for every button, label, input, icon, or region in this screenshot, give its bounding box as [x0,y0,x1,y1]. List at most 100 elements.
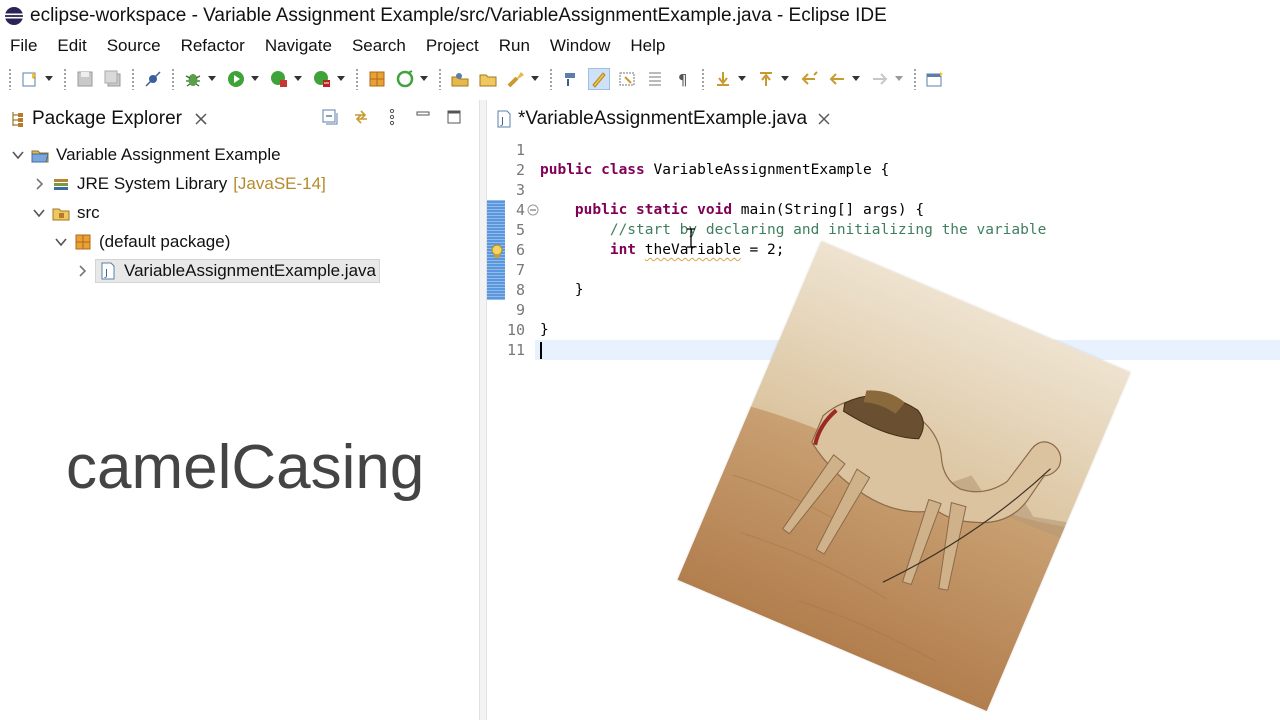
toolbar-grip [701,68,705,90]
run-button[interactable] [225,68,247,90]
external-tools-button[interactable] [311,68,333,90]
collapse-all-button[interactable] [319,106,341,128]
menu-edit[interactable]: Edit [57,36,86,56]
debug-dropdown[interactable] [207,68,217,90]
open-perspective-button[interactable] [924,68,946,90]
search-dropdown[interactable] [530,68,540,90]
java-file-icon: J [497,110,511,128]
open-type-button[interactable] [449,68,471,90]
forward-button[interactable] [869,68,891,90]
view-title: Package Explorer [32,108,182,129]
tree-item-default-package[interactable]: (default package) [0,227,479,256]
back-button[interactable] [826,68,848,90]
editor-tab[interactable]: J *VariableAssignmentExample.java [487,100,831,138]
menu-refactor[interactable]: Refactor [181,36,245,56]
new-button[interactable] [19,68,41,90]
library-icon [52,175,70,193]
line-number-ruler: 1 2 3 4 5 6 7 8 9 10 11 [487,140,525,360]
toggle-word-wrap-button[interactable] [644,68,666,90]
chevron-down-icon [781,76,789,81]
java-file-icon: J [99,262,117,280]
tree-item-label: JRE System Library [77,173,228,193]
toggle-mark-occurrences-button[interactable] [588,68,610,90]
ibeam-cursor-icon [687,228,695,248]
show-whitespace-button[interactable]: ¶ [672,68,694,90]
toolbar-grip [913,68,917,90]
chevron-right-icon[interactable] [32,177,46,191]
menu-source[interactable]: Source [107,36,161,56]
tree-item-label: VariableAssignmentExample.java [124,260,376,280]
chevron-down-icon[interactable] [32,206,46,220]
tree-item-java-file[interactable]: J VariableAssignmentExample.java [0,256,479,285]
menu-help[interactable]: Help [630,36,665,56]
line-number: 7 [515,261,525,279]
sash[interactable] [479,100,487,720]
link-with-editor-button[interactable] [350,106,372,128]
toggle-block-selection-button[interactable] [616,68,638,90]
toggle-breadcrumb-button[interactable] [560,68,582,90]
menu-project[interactable]: Project [426,36,479,56]
maximize-button[interactable] [443,106,465,128]
last-edit-location-button[interactable] [798,68,820,90]
close-icon[interactable] [194,112,208,126]
search-button[interactable] [505,68,527,90]
text-caret [540,341,542,359]
menu-window[interactable]: Window [550,36,610,56]
chevron-down-icon [251,76,259,81]
project-tree: Variable Assignment Example JRE System L… [0,140,479,285]
line-number: 4 [515,201,525,219]
tree-item-label: (default package) [99,231,231,251]
menu-bar: File Edit Source Refactor Navigate Searc… [0,32,1280,60]
chevron-down-icon[interactable] [54,235,68,249]
new-class-dropdown[interactable] [419,68,429,90]
fold-collapse-icon[interactable] [527,204,539,216]
run-dropdown[interactable] [250,68,260,90]
chevron-down-icon [45,76,53,81]
next-annotation-dropdown[interactable] [737,68,747,90]
next-annotation-button[interactable] [712,68,734,90]
coverage-button[interactable] [268,68,290,90]
tree-item-src[interactable]: src [0,198,479,227]
package-explorer-tab[interactable]: Package Explorer [0,100,218,138]
new-java-class-button[interactable] [394,68,416,90]
title-bar: eclipse-workspace - Variable Assignment … [0,0,1280,32]
menu-search[interactable]: Search [352,36,406,56]
save-icon [77,71,93,87]
save-all-button[interactable] [102,68,124,90]
menu-file[interactable]: File [10,36,37,56]
previous-annotation-button[interactable] [755,68,777,90]
forward-dropdown[interactable] [894,68,904,90]
eclipse-icon [5,7,23,25]
debug-button[interactable] [182,68,204,90]
minimize-button[interactable] [412,106,434,128]
menu-run[interactable]: Run [499,36,530,56]
external-tools-dropdown[interactable] [336,68,346,90]
close-icon[interactable] [817,112,831,126]
skip-breakpoints-button[interactable] [142,68,164,90]
back-dropdown[interactable] [851,68,861,90]
new-java-package-button[interactable] [366,68,388,90]
new-dropdown[interactable] [44,68,54,90]
open-folder-button[interactable] [477,68,499,90]
coverage-dropdown[interactable] [293,68,303,90]
code-text-span: main(String[] args) { [732,202,925,218]
line-number: 11 [506,341,525,359]
package-explorer-view: Package Explorer Variable Assignment Exa… [0,100,479,720]
menu-navigate[interactable]: Navigate [265,36,332,56]
chevron-down-icon [420,76,428,81]
tree-item-jre-library[interactable]: JRE System Library [JavaSE-14] [0,169,479,198]
view-menu-button[interactable] [381,106,403,128]
perspective-icon [926,71,943,87]
previous-annotation-dropdown[interactable] [780,68,790,90]
keyword: public class [540,162,645,178]
save-button[interactable] [74,68,96,90]
chevron-right-icon[interactable] [75,264,89,278]
chevron-down-icon[interactable] [11,148,25,162]
comment: //start by declaring and initializing th… [609,222,1047,238]
save-all-icon [104,70,121,87]
tree-item-project[interactable]: Variable Assignment Example [0,140,479,169]
toolbar-grip [549,68,553,90]
